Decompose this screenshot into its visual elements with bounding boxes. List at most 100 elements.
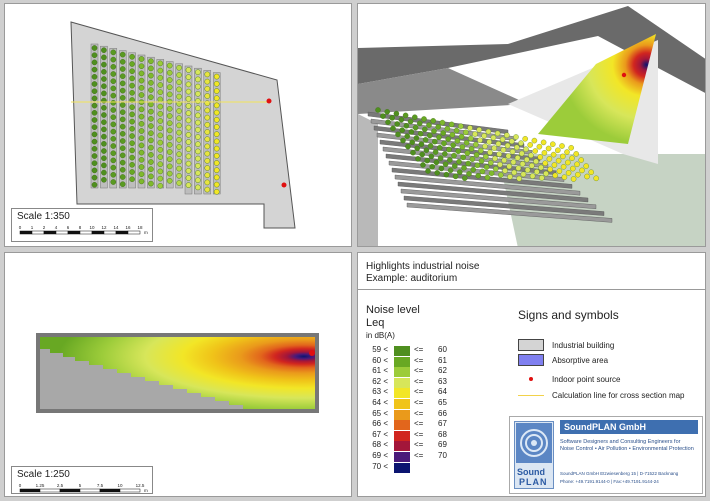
noise-class-row: 60 < <= 61 [368,356,458,367]
receiver-point [533,158,539,165]
receiver-point [472,131,478,137]
receiver-point [448,121,455,128]
receiver-point [404,133,410,139]
receiver-point [157,125,164,131]
noise-class-row: 67 < <= 68 [368,430,458,441]
receiver-point [110,64,117,70]
receiver-point [524,156,530,163]
receiver-point [138,77,145,84]
receiver-point [148,123,154,129]
receiver-point [457,169,463,175]
receiver-point [129,140,135,146]
receiver-point [119,59,126,65]
receiver-point [423,147,430,153]
receiver-point [447,167,454,174]
receiver-point [176,86,182,93]
company-desc-line1: Software Designers and Consulting Engine… [560,439,681,445]
noise-unit: in dB(A) [366,331,395,340]
receiver-point [129,82,135,89]
receiver-point [110,56,117,63]
receiver-point [195,127,201,133]
receiver-point [458,133,465,140]
receiver-point [506,163,512,170]
class-swatch [394,409,410,420]
receiver-point [459,144,466,150]
receiver-point [213,73,220,80]
receiver-point [119,131,126,137]
receiver-point [166,134,173,141]
receiver-point [195,112,201,119]
receiver-point [453,127,460,134]
receiver-point [578,157,584,163]
receiver-point [91,167,98,174]
receiver-point [101,169,107,176]
receiver-point [157,175,164,182]
receiver-point [405,143,411,150]
receiver-point [449,132,456,138]
receiver-point [414,145,420,152]
receiver-point [166,141,173,148]
receiver-point [574,161,580,168]
class-operator: <= [414,366,424,376]
scale-tick-label: 12 [101,225,107,230]
receiver-point [555,147,561,154]
scale-bar-graphic: 0 1 2 4 6 8 10 12 14 16 18m [19,225,148,235]
receiver-point [204,179,211,186]
receiver-point [185,146,192,152]
scale-segment [99,488,121,493]
receiver-point [556,168,563,174]
receiver-point [487,149,493,156]
receiver-point [110,78,117,84]
receiver-point [176,180,182,186]
receiver-point [415,156,421,162]
receiver-point [419,151,425,158]
receiver-point [91,66,98,73]
receiver-point [91,160,98,166]
scale-tick-label: 0 [19,225,22,230]
cross-section-panel: Scale 1:250 0 1.25 2.5 5 7.5 10 12.5 m [4,252,352,497]
receiver-point [446,146,452,153]
receiver-point [565,159,571,166]
receiver-point [157,154,164,160]
receiver-point [529,162,535,169]
class-lower: 66 < [372,419,388,429]
receiver-point [138,92,145,98]
receiver-point [213,131,220,137]
receiver-point [101,69,107,75]
receiver-point [204,150,211,157]
company-phone: Phone: +49.7191.9144-0 | Fax:+49.7191.91… [560,479,659,484]
class-lower: 60 < [372,355,388,365]
class-upper: 68 [438,429,447,439]
receiver-point [138,135,145,141]
class-operator: <= [414,451,424,460]
receiver-point [101,140,107,147]
receiver-point [408,129,415,135]
scale-tick-label: 14 [113,225,119,230]
receiver-point [101,148,107,154]
receiver-point [185,67,192,73]
receiver-point [546,156,553,162]
receiver-point [519,161,526,167]
scale-bar-section: Scale 1:250 0 1.25 2.5 5 7.5 10 12.5 m [11,466,153,494]
receiver-point [433,159,440,166]
receiver-point [119,87,126,94]
noise-level-title: Noise level [366,304,420,316]
receiver-point [204,136,211,142]
receiver-point [403,123,410,129]
receiver-point [491,145,497,151]
receiver-point [540,139,547,146]
receiver-point [101,54,107,61]
class-swatch [394,430,410,441]
receiver-point [390,125,396,132]
receiver-point [91,110,98,116]
receiver-point [380,113,386,119]
class-swatch [394,388,410,399]
receiver-point [138,85,145,91]
receiver-point [504,132,510,138]
receiver-point [185,153,192,160]
receiver-point [166,91,173,98]
receiver-point [195,148,201,155]
receiver-point [91,153,98,159]
scale-tick-label: 10 [117,483,123,488]
receiver-point [509,148,516,155]
